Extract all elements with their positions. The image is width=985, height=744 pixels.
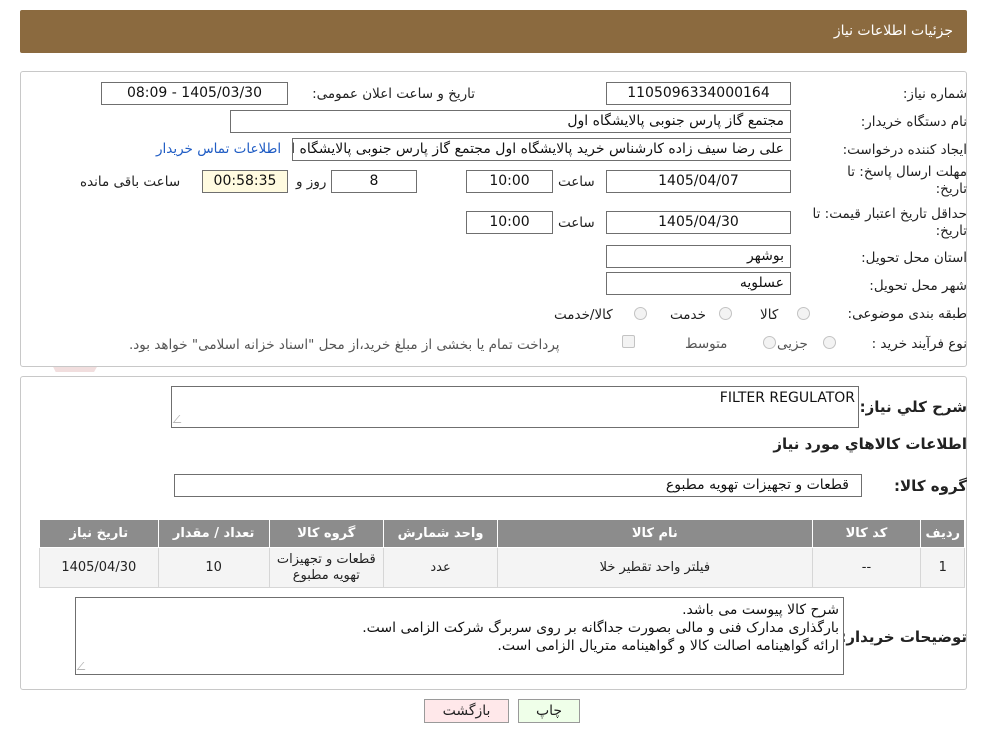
treasury-payment-checkbox[interactable] [622,335,635,348]
category-label: طبقه بندی موضوعی: [847,306,967,322]
table-header-row: ردیف کد کالا نام کالا واحد شمارش گروه کا… [39,519,965,548]
resize-grip-icon[interactable] [76,662,92,670]
process-minor-label: جزیی [777,336,808,352]
cell-quantity: 10 [157,547,270,588]
reply-days-label: روز و [296,174,327,190]
process-medium-radio[interactable] [763,336,776,349]
cell-unit: عدد [382,547,499,588]
category-goods-radio[interactable] [797,307,810,320]
page-title: جزئیات اطلاعات نیاز [833,23,953,39]
category-goods-label: کالا [760,307,779,323]
reply-deadline-time-label: ساعت [558,174,595,190]
category-service-label: خدمت [670,307,706,323]
remaining-time-label: ساعت باقی مانده [80,174,181,190]
requester-label: ایجاد کننده درخواست: [842,142,967,158]
process-minor-radio[interactable] [823,336,836,349]
price-validity-label: حداقل تاریخ اعتبار قیمت: تا تاریخ: [812,206,967,239]
resize-grip-icon[interactable] [172,415,188,423]
cell-row-number: 1 [920,547,965,588]
category-goods-service-label: کالا/خدمت [554,307,613,323]
cell-item-name: فیلتر واحد تقطیر خلا [497,547,813,588]
reply-deadline-date-field: 1405/04/07 [606,170,791,193]
process-type-label: نوع فرآیند خرید : [871,336,967,352]
cell-item-group: قطعات و تجهیزات تهویه مطبوع [268,547,384,588]
buyer-org-field: مجتمع گاز پارس جنوبی پالایشگاه اول [230,110,791,133]
city-label: شهر محل تحویل: [869,278,967,294]
general-desc-field[interactable]: FILTER REGULATOR [171,386,859,428]
col-item-code: کد کالا [811,519,922,548]
announce-datetime-label: تاریخ و ساعت اعلان عمومی: [312,86,475,102]
city-field: عسلویه [606,272,791,295]
buyer-notes-label: توضیحات خریدار: [840,628,967,646]
buyer-notes-field[interactable]: شرح کالا پیوست می باشد. بارگذاری مدارک ف… [75,597,844,675]
remaining-time-field: 00:58:35 [202,170,288,193]
general-desc-label: شرح کلي نياز: [859,398,967,416]
reply-deadline-label: مهلت ارسال پاسخ: تا تاریخ: [847,164,967,197]
buyer-notes-line-2: بارگذاری مدارک فنی و مالی بصورت جداگانه … [362,620,839,636]
items-table-wrap: ردیف کد کالا نام کالا واحد شمارش گروه کا… [39,519,965,588]
goods-group-field: قطعات و تجهیزات تهویه مطبوع [174,474,862,497]
announce-datetime-field: 1405/03/30 - 08:09 [101,82,288,105]
price-validity-time-field: 10:00 [466,211,553,234]
category-service-radio[interactable] [719,307,732,320]
treasury-payment-note: پرداخت تمام یا بخشی از مبلغ خرید،از محل … [129,337,560,353]
price-validity-time-label: ساعت [558,215,595,231]
general-desc-text: FILTER REGULATOR [719,390,855,406]
goods-info-title: اطلاعات کالاهاي مورد نياز [773,435,967,453]
buyer-notes-line-1: شرح کالا پیوست می باشد. [682,602,839,618]
items-table: ردیف کد کالا نام کالا واحد شمارش گروه کا… [39,519,965,588]
col-need-date: تاریخ نیاز [39,519,159,548]
reply-days-field: 8 [331,170,417,193]
col-row-number: ردیف [920,519,965,548]
process-medium-label: متوسط [685,336,728,352]
page-header: جزئیات اطلاعات نیاز [20,10,967,53]
col-unit: واحد شمارش [382,519,499,548]
reply-deadline-time-field: 10:00 [466,170,553,193]
need-number-field: 1105096334000164 [606,82,791,105]
province-label: استان محل تحویل: [861,250,967,266]
buyer-contact-link[interactable]: اطلاعات تماس خریدار [156,141,281,157]
col-quantity: تعداد / مقدار [157,519,270,548]
col-item-group: گروه کالا [268,519,384,548]
col-item-name: نام کالا [497,519,813,548]
need-number-label: شماره نیاز: [902,86,967,102]
cell-item-code: -- [811,547,922,588]
buyer-notes-line-3: ارائه گواهینامه اصالت کالا و گواهینامه م… [497,638,839,654]
price-validity-date-field: 1405/04/30 [606,211,791,234]
table-row: 1 -- فیلتر واحد تقطیر خلا عدد قطعات و تج… [39,547,965,588]
print-button[interactable]: چاپ [518,699,580,723]
back-button[interactable]: بازگشت [424,699,509,723]
goods-group-label: گروه کالا: [894,477,967,495]
category-goods-service-radio[interactable] [634,307,647,320]
province-field: بوشهر [606,245,791,268]
requester-field: علی رضا سیف زاده کارشناس خرید پالایشگاه … [292,138,791,161]
buyer-org-label: نام دستگاه خریدار: [860,114,967,130]
cell-need-date: 1405/04/30 [39,547,159,588]
